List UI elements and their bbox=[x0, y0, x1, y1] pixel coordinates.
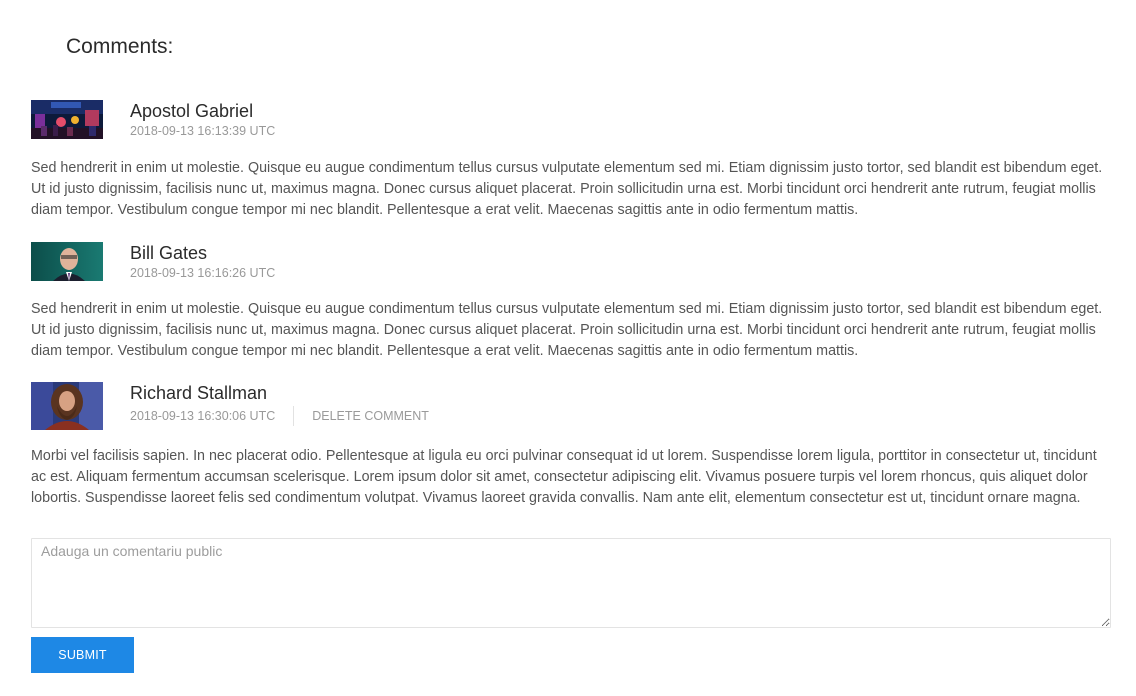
avatar bbox=[31, 242, 103, 281]
portrait-photo-icon bbox=[31, 382, 103, 430]
comment-body: Sed hendrerit in enim ut molestie. Quisq… bbox=[31, 301, 1103, 359]
delete-comment-button[interactable]: DELETE COMMENT bbox=[312, 409, 429, 424]
comment-body: Morbi vel facilisis sapien. In nec place… bbox=[31, 448, 1097, 506]
meta-divider bbox=[293, 406, 295, 426]
page-title: Comments: bbox=[66, 35, 174, 58]
comment-author: Richard Stallman bbox=[130, 383, 268, 403]
avatar bbox=[31, 382, 103, 430]
comment-author: Bill Gates bbox=[130, 243, 208, 263]
comment-timestamp: 2018-09-13 16:30:06 UTC bbox=[130, 408, 276, 423]
comment-input[interactable] bbox=[31, 538, 1111, 628]
submit-button[interactable]: SUBMIT bbox=[31, 637, 134, 673]
comment-body: Sed hendrerit in enim ut molestie. Quisq… bbox=[31, 160, 1103, 218]
avatar bbox=[31, 100, 103, 139]
comment-author: Apostol Gabriel bbox=[130, 101, 254, 121]
comment-timestamp: 2018-09-13 16:16:26 UTC bbox=[130, 266, 276, 280]
comment-meta: 2018-09-13 16:30:06 UTC DELETE COMMENT bbox=[130, 406, 429, 426]
comment-timestamp: 2018-09-13 16:13:39 UTC bbox=[130, 124, 276, 138]
comment-meta: 2018-09-13 16:13:39 UTC bbox=[130, 124, 275, 139]
portrait-photo-icon bbox=[31, 242, 103, 281]
comment-meta: 2018-09-13 16:16:26 UTC bbox=[130, 266, 275, 281]
concert-stage-photo-icon bbox=[31, 100, 103, 139]
